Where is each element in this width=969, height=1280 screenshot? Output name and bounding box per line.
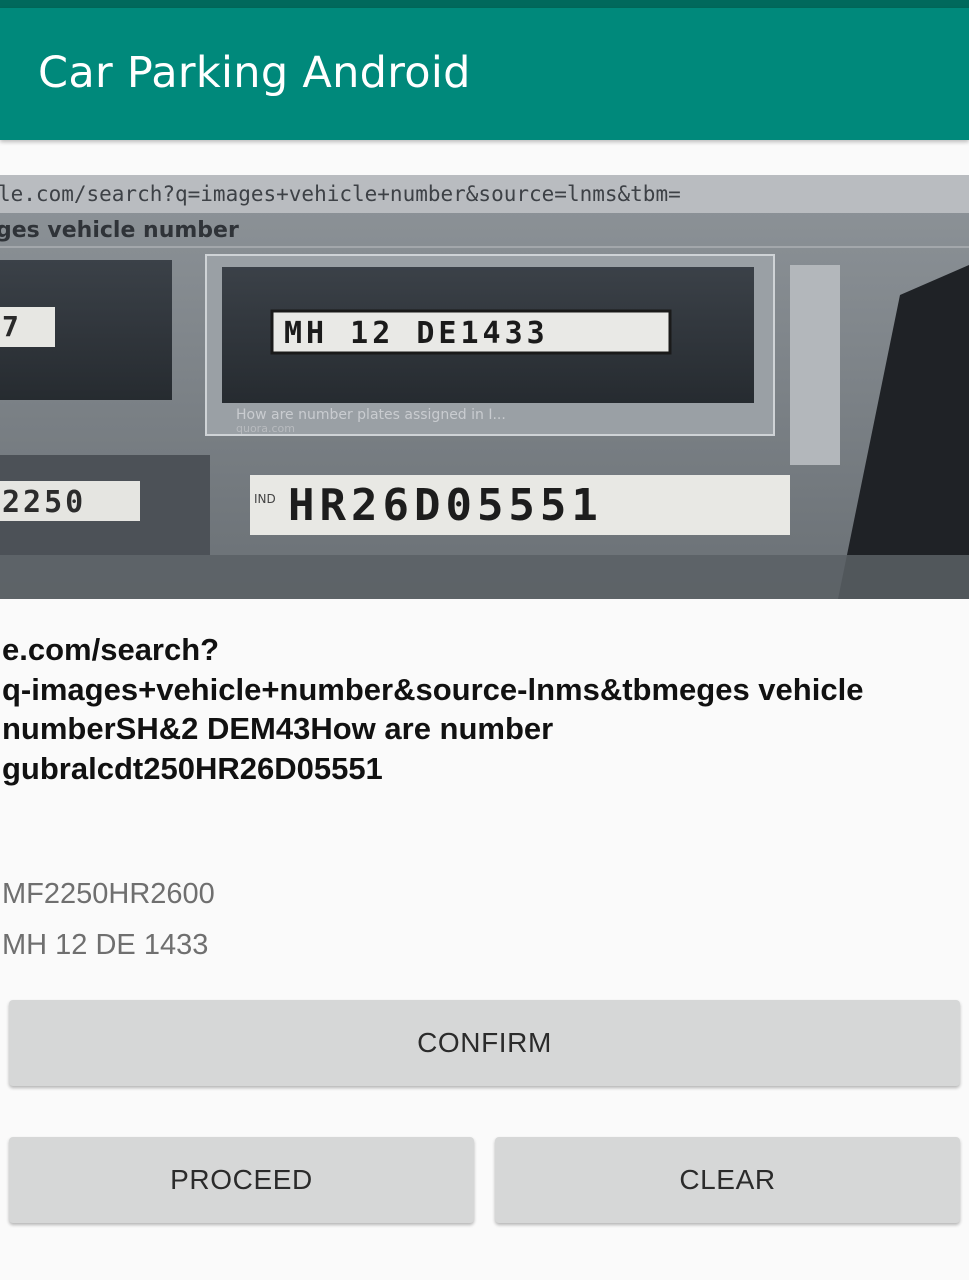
detected-plate-1: MF2250HR2600 <box>2 878 215 910</box>
photo-bottom-plate: HR26D05551 <box>288 480 603 531</box>
app-bar: Car Parking Android <box>0 8 969 140</box>
confirm-button[interactable]: CONFIRM <box>9 1000 960 1086</box>
photo-illustration: le.com/search?q=images+vehicle+number&so… <box>0 175 969 599</box>
photo-left-plate-bottom: 2250 <box>2 485 86 520</box>
photo-plate-prefix: IND <box>254 492 276 506</box>
clear-button[interactable]: CLEAR <box>495 1137 960 1223</box>
status-bar <box>0 0 969 8</box>
captured-photo: le.com/search?q=images+vehicle+number&so… <box>0 175 969 599</box>
app-title: Car Parking Android <box>38 48 471 98</box>
photo-main-plate: MH 12 DE1433 <box>284 316 549 351</box>
detected-plate-2: MH 12 DE 1433 <box>2 929 209 961</box>
photo-search-text: ges vehicle number <box>0 218 239 243</box>
photo-caption-source: quora.com <box>236 422 295 435</box>
photo-url-text: le.com/search?q=images+vehicle+number&so… <box>0 182 681 206</box>
ocr-result-text: e.com/search? q-images+vehicle+number&so… <box>2 632 864 786</box>
photo-caption: How are number plates assigned in I... <box>236 407 506 423</box>
proceed-button[interactable]: PROCEED <box>9 1137 474 1223</box>
photo-left-plate-top: 7 <box>2 310 19 343</box>
